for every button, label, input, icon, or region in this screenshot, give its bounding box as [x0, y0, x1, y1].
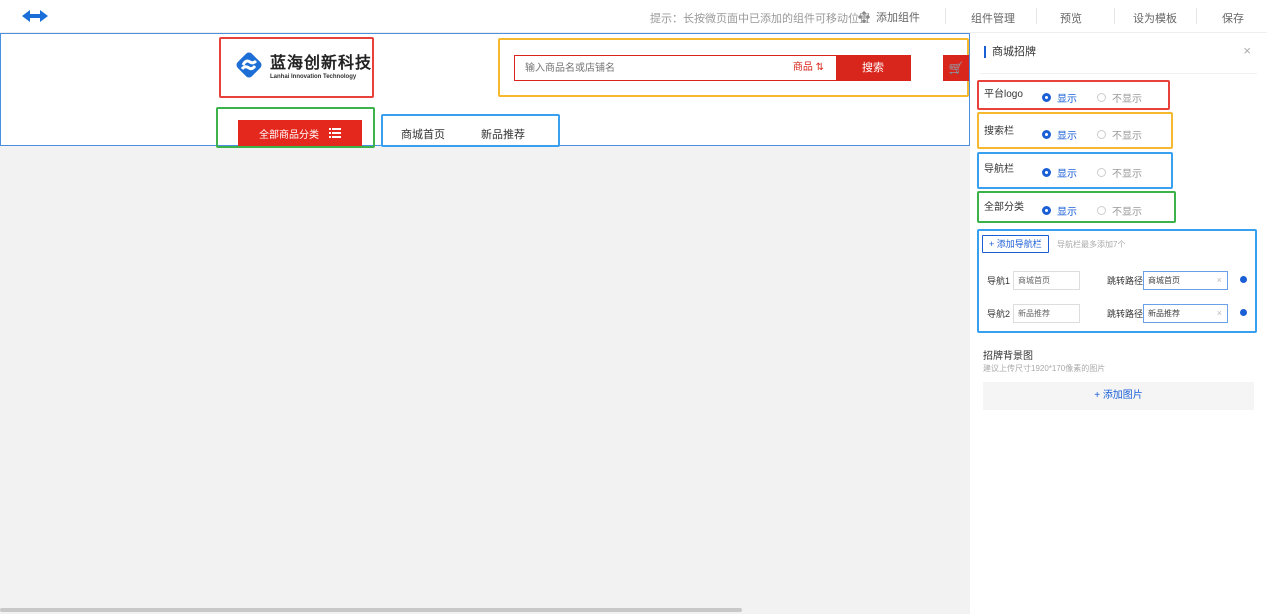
- radio-label: 显示: [1057, 169, 1077, 180]
- settings-panel: 商城招牌 × 平台logo 显示 不显示 搜索栏 显示 不显示 导航栏 显示 不…: [970, 33, 1267, 614]
- search-button[interactable]: 搜索: [836, 56, 910, 80]
- horizontal-scrollbar[interactable]: [0, 608, 742, 612]
- add-component-label: 添加组件: [876, 12, 920, 24]
- close-icon[interactable]: ×: [1243, 43, 1251, 58]
- nav-row-label: 导航1: [987, 276, 1011, 286]
- platform-logo[interactable]: 蓝海创新科技 Lanhai Innovation Technology: [234, 49, 372, 80]
- toolbar-divider: [945, 8, 946, 24]
- logo-option-label: 平台logo: [984, 89, 1023, 100]
- nav-item-new[interactable]: 新品推荐: [481, 126, 525, 142]
- path-value: 新品推荐: [1148, 309, 1180, 318]
- nav-item-home[interactable]: 商城首页: [401, 126, 445, 142]
- nav-row-label: 导航2: [987, 309, 1011, 319]
- logo-show-radio[interactable]: 显示: [1042, 90, 1077, 105]
- add-nav-label: 添加导航栏: [996, 239, 1042, 249]
- bg-image-tip: 建议上传尺寸1920*170像素的图片: [983, 364, 1106, 373]
- brand-name: 蓝海创新科技: [270, 55, 373, 72]
- nav-name-input[interactable]: 新品推荐: [1013, 304, 1080, 323]
- nav-name-input[interactable]: 商城首页: [1013, 271, 1080, 290]
- cart-icon[interactable]: 🛒: [943, 55, 969, 81]
- list-icon: [329, 128, 341, 138]
- toolbar-divider: [1036, 8, 1037, 24]
- search-type-select[interactable]: 商品 ⇅: [793, 56, 836, 80]
- app-logo-icon[interactable]: [20, 8, 50, 24]
- category-hide-radio[interactable]: 不显示: [1097, 203, 1142, 218]
- category-option-label: 全部分类: [984, 202, 1024, 213]
- shop-sign-component[interactable]: 蓝海创新科技 Lanhai Innovation Technology 商品 ⇅…: [0, 33, 970, 148]
- brand-english-name: Lanhai Innovation Technology: [270, 74, 357, 80]
- search-hide-radio[interactable]: 不显示: [1097, 127, 1142, 142]
- nav-row-handle-icon[interactable]: [1240, 276, 1247, 283]
- clear-icon[interactable]: ×: [1217, 272, 1222, 289]
- bg-image-title: 招牌背景图: [983, 351, 1033, 362]
- all-categories-button[interactable]: 全部商品分类: [238, 120, 362, 146]
- sort-icon: ⇅: [815, 62, 824, 73]
- path-label: 跳转路径: [1107, 276, 1144, 286]
- save-button[interactable]: 保存: [1222, 10, 1244, 26]
- radio-label: 不显示: [1112, 207, 1142, 218]
- preview-button[interactable]: 预览: [1060, 10, 1082, 26]
- radio-label: 不显示: [1112, 131, 1142, 142]
- radio-label: 不显示: [1112, 94, 1142, 105]
- nav-show-radio[interactable]: 显示: [1042, 165, 1077, 180]
- search-show-radio[interactable]: 显示: [1042, 127, 1077, 142]
- page-canvas: 蓝海创新科技 Lanhai Innovation Technology 商品 ⇅…: [0, 33, 970, 614]
- path-value: 商城首页: [1148, 276, 1180, 285]
- components-icon: [858, 11, 870, 23]
- radio-label: 显示: [1057, 207, 1077, 218]
- brand-logo-icon: [236, 52, 262, 77]
- search-input[interactable]: [515, 56, 793, 80]
- search-option-label: 搜索栏: [984, 126, 1014, 137]
- logo-hide-radio[interactable]: 不显示: [1097, 90, 1142, 105]
- nav-path-select[interactable]: 新品推荐 ×: [1143, 304, 1228, 323]
- radio-label: 不显示: [1112, 169, 1142, 180]
- search-bar: 商品 ⇅ 搜索: [514, 55, 911, 81]
- panel-title: 商城招牌: [984, 46, 1036, 58]
- set-template-button[interactable]: 设为模板: [1133, 10, 1177, 26]
- nav-option-label: 导航栏: [984, 164, 1014, 175]
- add-image-label: 添加图片: [1102, 390, 1143, 401]
- divider: [980, 73, 1257, 74]
- toolbar-divider: [1114, 8, 1115, 24]
- nav-row-handle-icon[interactable]: [1240, 309, 1247, 316]
- top-toolbar: 提示：长按微页面中已添加的组件可移动位置 添加组件 组件管理 预览 设为模板 保…: [0, 0, 1267, 33]
- all-categories-label: 全部商品分类: [259, 129, 319, 141]
- path-label: 跳转路径: [1107, 309, 1144, 319]
- component-manage-button[interactable]: 组件管理: [971, 10, 1015, 26]
- add-component-button[interactable]: 添加组件: [858, 9, 920, 25]
- search-type-label: 商品: [792, 62, 813, 73]
- clear-icon[interactable]: ×: [1217, 305, 1222, 322]
- hint-text: 提示：长按微页面中已添加的组件可移动位置: [650, 13, 870, 25]
- toolbar-divider: [1196, 8, 1197, 24]
- add-nav-tip: 导航栏最多添加7个: [1057, 240, 1126, 249]
- category-show-radio[interactable]: 显示: [1042, 203, 1077, 218]
- add-nav-button[interactable]: + 添加导航栏: [982, 235, 1049, 253]
- add-image-button[interactable]: + 添加图片: [983, 382, 1254, 410]
- radio-label: 显示: [1057, 131, 1077, 142]
- nav-hide-radio[interactable]: 不显示: [1097, 165, 1142, 180]
- radio-label: 显示: [1057, 94, 1077, 105]
- nav-path-select[interactable]: 商城首页 ×: [1143, 271, 1228, 290]
